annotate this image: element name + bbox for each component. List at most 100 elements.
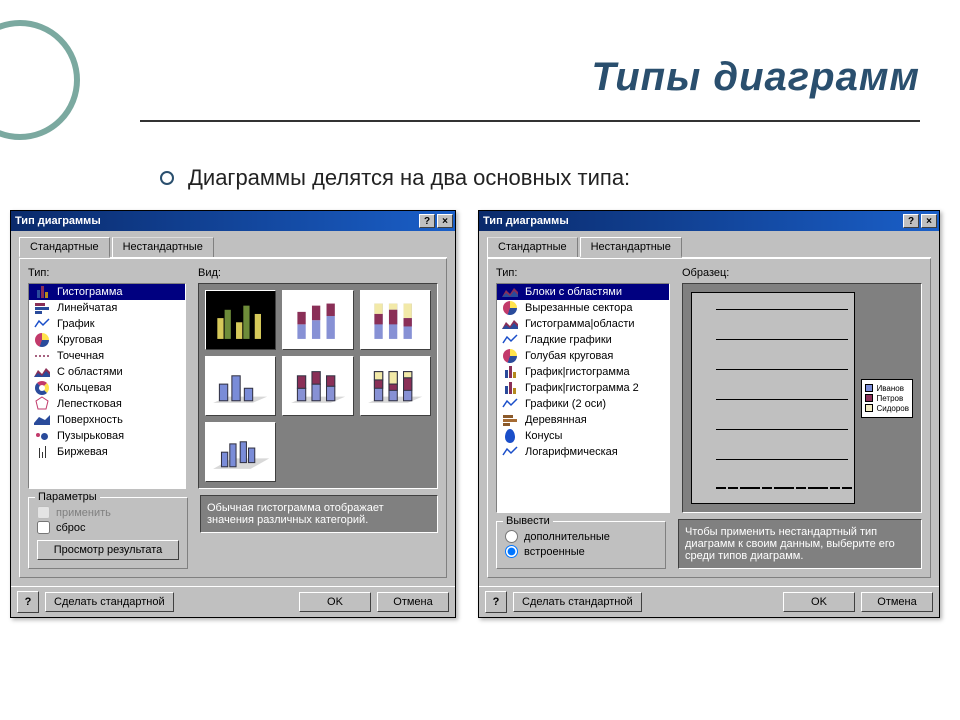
bar-group: [716, 487, 750, 489]
list-item-label: Гистограмма: [57, 286, 123, 298]
list-item[interactable]: График|гистограмма: [497, 364, 669, 380]
bar: [830, 487, 840, 489]
hbar-chart-icon: [33, 301, 51, 315]
list-item[interactable]: Конусы: [497, 428, 669, 444]
make-standard-button[interactable]: Сделать стандартной: [45, 592, 174, 612]
list-item[interactable]: Круговая: [29, 332, 185, 348]
tab-standard[interactable]: Стандартные: [19, 237, 110, 258]
legend-item: Сидоров: [865, 404, 909, 413]
list-item[interactable]: График|гистограмма 2: [497, 380, 669, 396]
tab-standard[interactable]: Стандартные: [487, 237, 578, 257]
tab-strip: Стандартные Нестандартные: [487, 237, 931, 258]
subtype-description: Обычная гистограмма отображает значения …: [200, 495, 438, 533]
close-icon[interactable]: ×: [437, 214, 453, 228]
subtype-3d-stacked-column[interactable]: [282, 356, 353, 416]
bar: [842, 487, 852, 489]
cancel-button[interactable]: Отмена: [861, 592, 933, 612]
tab-custom[interactable]: Нестандартные: [112, 237, 214, 257]
list-item[interactable]: Деревянная: [497, 412, 669, 428]
list-item-label: График: [57, 318, 95, 330]
list-item-label: Линейчатая: [57, 302, 117, 314]
slide-subtitle-row: Диаграммы делятся на два основных типа:: [160, 165, 630, 191]
type-label: Тип:: [28, 267, 186, 279]
context-help-button[interactable]: ?: [17, 591, 39, 613]
line-chart-icon: [33, 317, 51, 331]
radio-builtin[interactable]: встроенные: [505, 545, 657, 558]
surface-chart-icon: [33, 413, 51, 427]
slide-title: Типы диаграмм: [0, 55, 920, 100]
list-item-label: Гистограмма|области: [525, 318, 635, 330]
list-item-label: Лепестковая: [57, 398, 122, 410]
bar: [716, 487, 726, 489]
radio-user-defined[interactable]: дополнительные: [505, 530, 657, 543]
cancel-button[interactable]: Отмена: [377, 592, 449, 612]
list-item[interactable]: График: [29, 316, 185, 332]
list-item[interactable]: Гладкие графики: [497, 332, 669, 348]
subtype-stacked-column[interactable]: [282, 290, 353, 350]
list-item-label: Гладкие графики: [525, 334, 612, 346]
list-item-label: Кольцевая: [57, 382, 112, 394]
pie-chart-icon: [33, 333, 51, 347]
list-item[interactable]: С областями: [29, 364, 185, 380]
ok-button[interactable]: OK: [299, 592, 371, 612]
list-item[interactable]: Поверхность: [29, 412, 185, 428]
bar: [740, 487, 750, 489]
preview-result-button[interactable]: Просмотр результата: [37, 540, 179, 560]
list-item[interactable]: Логарифмическая: [497, 444, 669, 460]
list-item[interactable]: Гистограмма: [29, 284, 185, 300]
titlebar[interactable]: Тип диаграммы ? ×: [11, 211, 455, 231]
list-item-label: Голубая круговая: [525, 350, 613, 362]
bar-group: [784, 487, 818, 489]
stock-chart-icon: [33, 445, 51, 459]
list-item[interactable]: Вырезанные сектора: [497, 300, 669, 316]
list-item-label: График|гистограмма: [525, 366, 630, 378]
subtype-3d-column[interactable]: [205, 422, 276, 482]
subtype-3d-clustered-column[interactable]: [205, 356, 276, 416]
help-icon[interactable]: ?: [903, 214, 919, 228]
apply-checkbox: применить: [37, 506, 179, 519]
list-item-label: Логарифмическая: [525, 446, 618, 458]
list-item[interactable]: Голубая круговая: [497, 348, 669, 364]
list-item[interactable]: Графики (2 оси): [497, 396, 669, 412]
chart-type-listbox[interactable]: Гистограмма Линейчатая График КруговаяТочеч…: [28, 283, 186, 489]
exploded-pie-icon: [501, 301, 519, 315]
reset-checkbox[interactable]: сброс: [37, 521, 179, 534]
titlebar[interactable]: Тип диаграммы ? ×: [479, 211, 939, 231]
tab-custom[interactable]: Нестандартные: [580, 237, 682, 258]
bar: [750, 487, 760, 489]
bar-group: [750, 487, 784, 489]
help-icon[interactable]: ?: [419, 214, 435, 228]
context-help-button[interactable]: ?: [485, 591, 507, 613]
subtype-100pct-stacked-column[interactable]: [360, 290, 431, 350]
make-standard-button[interactable]: Сделать стандартной: [513, 592, 642, 612]
list-item[interactable]: Лепестковая: [29, 396, 185, 412]
radio-user-label: дополнительные: [524, 531, 610, 543]
list-item-label: Графики (2 оси): [525, 398, 606, 410]
bar: [784, 487, 794, 489]
custom-type-listbox[interactable]: Блоки с областямиВырезанные сектора Гисто…: [496, 283, 670, 513]
title-underline: [140, 120, 920, 122]
list-item[interactable]: Блоки с областями: [497, 284, 669, 300]
list-item[interactable]: Линейчатая: [29, 300, 185, 316]
bar-area-icon: [501, 317, 519, 331]
close-icon[interactable]: ×: [921, 214, 937, 228]
list-item[interactable]: Точечная: [29, 348, 185, 364]
subtype-3d-100pct-stacked-column[interactable]: [360, 356, 431, 416]
ok-button[interactable]: OK: [783, 592, 855, 612]
line-bar2-icon: [501, 381, 519, 395]
reset-checkbox-label: сброс: [56, 522, 86, 534]
area-chart-icon: [33, 365, 51, 379]
chart-subtype-grid: [198, 283, 438, 489]
list-item-label: Пузырьковая: [57, 430, 124, 442]
sample-label: Образец:: [682, 267, 922, 279]
bar: [774, 487, 784, 489]
subtype-clustered-column[interactable]: [205, 290, 276, 350]
list-item[interactable]: Пузырьковая: [29, 428, 185, 444]
list-item[interactable]: Гистограмма|области: [497, 316, 669, 332]
list-item[interactable]: Кольцевая: [29, 380, 185, 396]
window-title: Тип диаграммы: [483, 215, 569, 227]
list-item[interactable]: Биржевая: [29, 444, 185, 460]
bar: [762, 487, 772, 489]
sample-preview: ИвановПетровСидоров: [682, 283, 922, 513]
two-axis-icon: [501, 397, 519, 411]
